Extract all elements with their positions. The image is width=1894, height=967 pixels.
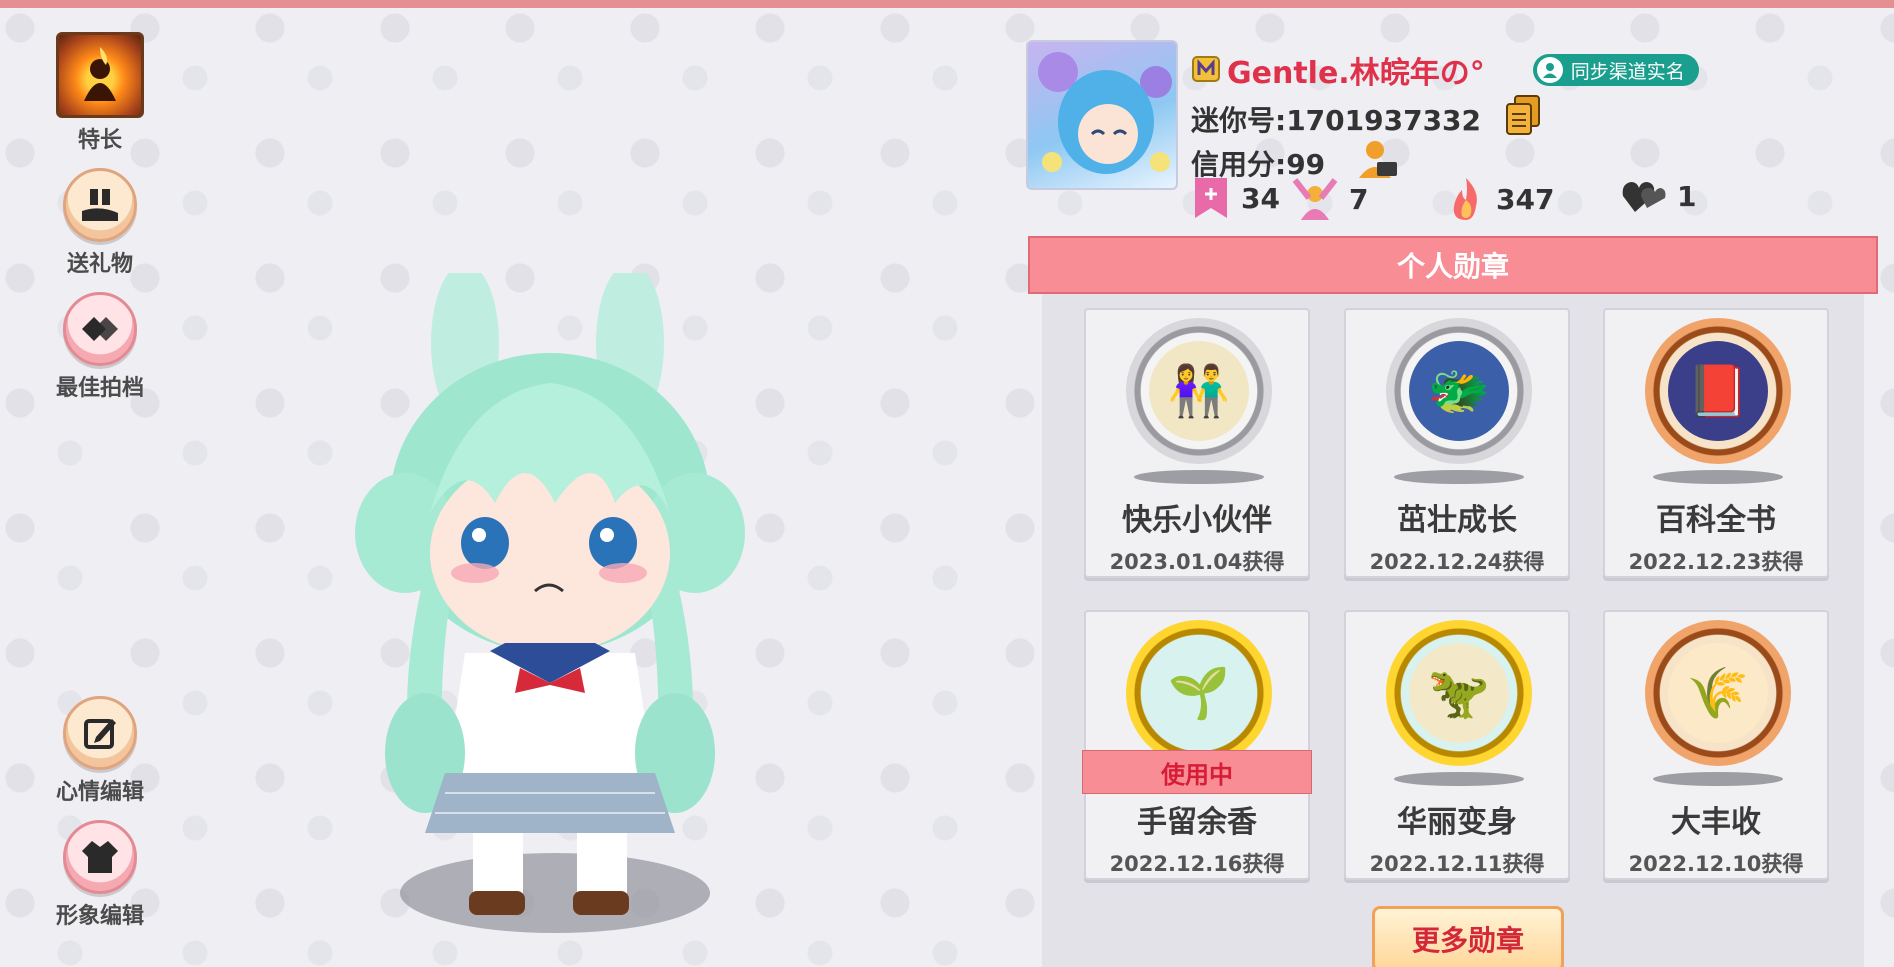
sync-realname-button[interactable]: 同步渠道实名 <box>1532 54 1699 86</box>
book-medal-icon: 📕 <box>1645 318 1791 464</box>
medal-card[interactable]: 🐲 茁壮成长 2022.12.24获得 <box>1344 308 1570 578</box>
stat-hearts[interactable]: 1 <box>1621 176 1696 216</box>
medal-pedestal <box>1394 772 1524 786</box>
medal-date: 2022.12.16获得 <box>1109 852 1285 876</box>
fans-count: 7 <box>1349 182 1369 216</box>
mood-edit-label: 心情编辑 <box>55 780 144 805</box>
stat-flame[interactable]: 347 <box>1446 176 1554 222</box>
medal-card[interactable]: 🌱 使用中 手留余香 2022.12.16获得 <box>1082 610 1312 880</box>
more-medals-button[interactable]: 更多勋章 <box>1372 906 1564 967</box>
medals-grid: 👫 快乐小伙伴 2023.01.04获得 🐲 茁壮成长 2022.12.24获得… <box>1042 294 1864 967</box>
stat-fans[interactable]: 7 <box>1291 176 1368 222</box>
medal-pedestal <box>1134 470 1264 484</box>
sync-realname-label: 同步渠道实名 <box>1570 60 1685 83</box>
medal-date: 2022.12.11获得 <box>1369 852 1545 876</box>
best-partner-label: 最佳拍档 <box>55 376 144 401</box>
stat-bookmark[interactable]: 34 <box>1191 176 1280 220</box>
panel-title: 个人勋章 <box>1028 236 1878 294</box>
appearance-edit-label: 形象编辑 <box>55 904 144 929</box>
medal-date: 2022.12.24获得 <box>1369 550 1545 574</box>
medal-name: 手留余香 <box>1137 805 1257 840</box>
flame-icon <box>1453 178 1477 220</box>
bookmark-count: 34 <box>1241 181 1280 215</box>
handshake-icon <box>63 292 137 366</box>
mini-id: 迷你号:1701937332 <box>1191 103 1482 137</box>
flame-count: 347 <box>1496 182 1555 216</box>
harvest-medal-icon: 🌾 <box>1645 620 1791 766</box>
profile-header: Gentle.林皖年の° 同步渠道实名 迷你号:1701937332 信用分:9… <box>1026 32 1866 232</box>
profile-portrait[interactable] <box>1026 40 1178 190</box>
dino-medal-icon: 🦖 <box>1386 620 1532 766</box>
dragon-king-medal-icon: 🐲 <box>1386 318 1532 464</box>
send-gift-label: 送礼物 <box>66 252 133 277</box>
medal-card[interactable]: 🌾 大丰收 2022.12.10获得 <box>1603 610 1829 880</box>
medal-pedestal <box>1653 470 1783 484</box>
cheer-person-icon <box>1292 178 1338 220</box>
medal-card[interactable]: 📕 百科全书 2022.12.23获得 <box>1603 308 1829 578</box>
name-row: Gentle.林皖年の° 同步渠道实名 <box>1191 48 1699 92</box>
medal-name: 百科全书 <box>1656 503 1776 538</box>
medal-card[interactable]: 🦖 华丽变身 2022.12.11获得 <box>1344 610 1570 880</box>
fire-character-icon <box>56 32 144 118</box>
send-gift-button[interactable]: 送礼物 <box>40 168 160 278</box>
player-name: Gentle.林皖年の° <box>1227 56 1485 91</box>
in-use-badge: 使用中 <box>1082 750 1312 794</box>
medal-name: 华丽变身 <box>1397 805 1517 840</box>
specialty-button[interactable]: 特长 <box>40 32 160 154</box>
medal-date: 2022.12.23获得 <box>1628 550 1804 574</box>
copy-icon[interactable] <box>1503 94 1543 143</box>
appearance-edit-button[interactable]: 形象编辑 <box>40 820 160 930</box>
hearts-count: 1 <box>1677 179 1697 213</box>
medal-name: 大丰收 <box>1671 805 1761 840</box>
mood-edit-button[interactable]: 心情编辑 <box>40 696 160 806</box>
stats-row: 34 7 347 1 <box>1191 176 1751 226</box>
vip-badge-icon <box>1191 53 1221 87</box>
medal-pedestal <box>1394 470 1524 484</box>
medal-date: 2023.01.04获得 <box>1109 550 1285 574</box>
specialty-label: 特长 <box>77 128 122 153</box>
gift-hand-icon <box>63 168 137 242</box>
player-avatar-3d[interactable] <box>355 273 745 933</box>
best-partner-button[interactable]: 最佳拍档 <box>40 292 160 402</box>
friends-medal-icon: 👫 <box>1126 318 1272 464</box>
person-verify-icon <box>1536 57 1563 83</box>
bookmark-icon <box>1195 178 1227 218</box>
medal-card[interactable]: 👫 快乐小伙伴 2023.01.04获得 <box>1084 308 1310 578</box>
personal-medals-panel: 个人勋章 👫 快乐小伙伴 2023.01.04获得 🐲 茁壮成长 2022.12… <box>1028 236 1878 967</box>
edit-pencil-icon <box>63 696 137 770</box>
medal-name: 快乐小伙伴 <box>1122 503 1272 538</box>
medal-date: 2022.12.10获得 <box>1628 852 1804 876</box>
medal-pedestal <box>1653 772 1783 786</box>
outfit-icon <box>63 820 137 894</box>
sprout-medal-icon: 🌱 <box>1126 620 1272 766</box>
mini-id-row: 迷你号:1701937332 <box>1191 94 1543 143</box>
medal-name: 茁壮成长 <box>1397 503 1517 538</box>
broken-hearts-icon <box>1622 182 1666 212</box>
